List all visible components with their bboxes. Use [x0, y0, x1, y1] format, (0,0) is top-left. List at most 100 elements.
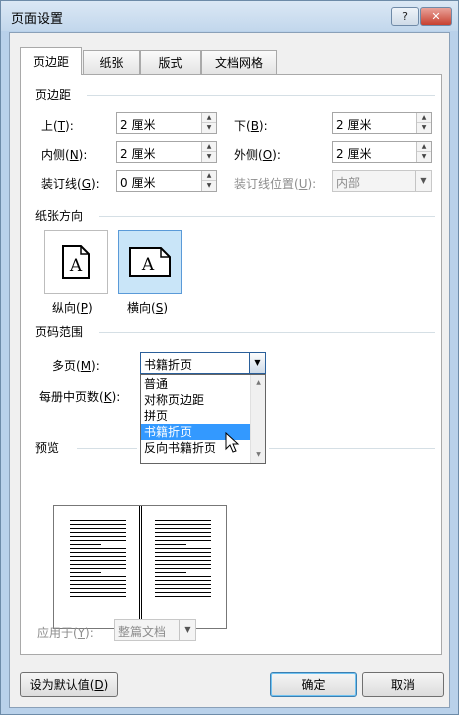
margins-section-title: 页边距	[35, 88, 72, 102]
top-margin-label: 上(T):	[41, 119, 74, 133]
landscape-page-icon: A	[129, 247, 171, 277]
preview-text-line	[70, 544, 101, 545]
preview-text-line	[70, 568, 126, 569]
help-button[interactable]: ?	[391, 7, 419, 26]
preview-text-line	[70, 552, 126, 553]
preview-section-title: 预览	[35, 441, 60, 455]
preview-text-line	[155, 564, 211, 565]
preview-text-line	[70, 584, 126, 585]
portrait-page-icon: A	[62, 245, 90, 279]
portrait-button[interactable]: A	[44, 230, 108, 294]
preview-text-line	[155, 532, 211, 533]
preview-text-line	[155, 544, 186, 545]
preview-text-line	[155, 548, 211, 549]
gutter-position-label: 装订线位置(U):	[234, 177, 317, 191]
preview-text-line	[70, 520, 126, 521]
svg-text:A: A	[141, 255, 155, 275]
preview-text-line	[70, 564, 126, 565]
chevron-down-icon: ▼	[415, 171, 431, 191]
preview-pages	[53, 505, 227, 629]
tab-margins[interactable]: 页边距	[20, 47, 82, 75]
dropdown-option[interactable]: 拼页	[141, 408, 251, 424]
preview-text-line	[155, 584, 211, 585]
cancel-button[interactable]: 取消	[362, 672, 444, 697]
spin-arrows-icon[interactable]: ▲ ▼	[201, 113, 216, 133]
top-margin-input[interactable]: 2 厘米 ▲ ▼	[116, 112, 217, 134]
ok-button[interactable]: 确定	[270, 672, 357, 697]
preview-text-line	[155, 556, 211, 557]
page-setup-dialog: 页面设置 ? ✕ 页边距 纸张 版式 文档网格 页边距 上(T): 2 厘米 ▲…	[0, 0, 459, 715]
tab-paper[interactable]: 纸张	[83, 50, 140, 74]
tab-label: 页边距	[32, 55, 69, 69]
outside-margin-input[interactable]: 2 厘米 ▲ ▼	[332, 141, 432, 163]
preview-text-line	[70, 532, 126, 533]
close-icon: ✕	[431, 10, 441, 23]
bottom-margin-value: 2 厘米	[336, 118, 372, 132]
top-margin-value: 2 厘米	[120, 118, 156, 132]
svg-text:A: A	[69, 256, 83, 276]
preview-left-page	[54, 506, 139, 628]
preview-text-line	[70, 528, 126, 529]
ok-label: 确定	[301, 678, 326, 692]
preview-text-line	[70, 592, 126, 593]
dropdown-option[interactable]: 对称页边距	[141, 392, 251, 408]
tab-doc-grid[interactable]: 文档网格	[201, 50, 277, 74]
sheets-per-booklet-label: 每册中页数(K):	[39, 390, 121, 404]
preview-text-line	[155, 540, 211, 541]
spin-arrows-icon[interactable]: ▲ ▼	[201, 142, 216, 162]
preview-text-line	[155, 580, 211, 581]
gutter-position-value: 内部	[336, 176, 361, 190]
gutter-label: 装订线(G):	[41, 177, 100, 191]
inside-margin-input[interactable]: 2 厘米 ▲ ▼	[116, 141, 217, 163]
scroll-down-icon[interactable]: ▼	[251, 451, 266, 458]
gutter-value: 0 厘米	[120, 176, 156, 190]
multiple-pages-dropdown[interactable]: 普通 对称页边距 拼页 书籍折页 反向书籍折页 ▲ ▼	[140, 374, 266, 464]
preview-text-line	[155, 592, 211, 593]
preview-text-line	[155, 576, 211, 577]
preview-text-line	[155, 520, 211, 521]
set-default-button[interactable]: 设为默认值(D)	[20, 672, 118, 697]
apply-to-value: 整篇文档	[118, 625, 167, 639]
tab-label: 纸张	[99, 56, 124, 70]
multiple-pages-select[interactable]: 书籍折页 ▼	[140, 352, 266, 374]
dropdown-option[interactable]: 普通	[141, 376, 251, 392]
preview-text-line	[70, 576, 126, 577]
preview-text-line	[155, 524, 211, 525]
preview-text-line	[70, 572, 101, 573]
bottom-margin-label: 下(B):	[234, 119, 268, 133]
spin-arrows-icon[interactable]: ▲ ▼	[416, 113, 431, 133]
window-title: 页面设置	[11, 12, 64, 27]
preview-text-line	[70, 560, 126, 561]
preview-text-line	[70, 524, 126, 525]
preview-text-line	[155, 588, 211, 589]
spin-arrows-icon[interactable]: ▲ ▼	[416, 142, 431, 162]
cancel-label: 取消	[390, 678, 415, 692]
tab-layout[interactable]: 版式	[140, 50, 201, 74]
preview-text-line	[155, 572, 186, 573]
section-divider	[99, 216, 435, 217]
bottom-margin-input[interactable]: 2 厘米 ▲ ▼	[332, 112, 432, 134]
spin-arrows-icon[interactable]: ▲ ▼	[201, 171, 216, 191]
preview-text-line	[70, 596, 126, 597]
landscape-label[interactable]: 横向(S)	[127, 299, 168, 316]
pages-section-title: 页码范围	[35, 325, 84, 339]
preview-text-line	[155, 560, 211, 561]
inside-margin-label: 内侧(N):	[41, 148, 88, 162]
orientation-section-title: 纸张方向	[35, 209, 84, 223]
portrait-label[interactable]: 纵向(P)	[52, 299, 93, 316]
dropdown-scrollbar[interactable]: ▲ ▼	[250, 375, 265, 463]
preview-text-line	[155, 528, 211, 529]
preview-text-line	[70, 588, 126, 589]
chevron-down-icon[interactable]: ▼	[249, 353, 265, 373]
landscape-button[interactable]: A	[118, 230, 182, 294]
scroll-up-icon[interactable]: ▲	[251, 379, 266, 386]
preview-text-line	[155, 552, 211, 553]
section-divider	[87, 95, 435, 96]
preview-text-line	[155, 568, 211, 569]
outside-margin-label: 外侧(O):	[234, 148, 281, 162]
mouse-pointer-icon	[225, 432, 240, 453]
tab-label: 文档网格	[214, 56, 263, 70]
preview-text-line	[155, 536, 211, 537]
close-button[interactable]: ✕	[420, 7, 452, 26]
gutter-input[interactable]: 0 厘米 ▲ ▼	[116, 170, 217, 192]
